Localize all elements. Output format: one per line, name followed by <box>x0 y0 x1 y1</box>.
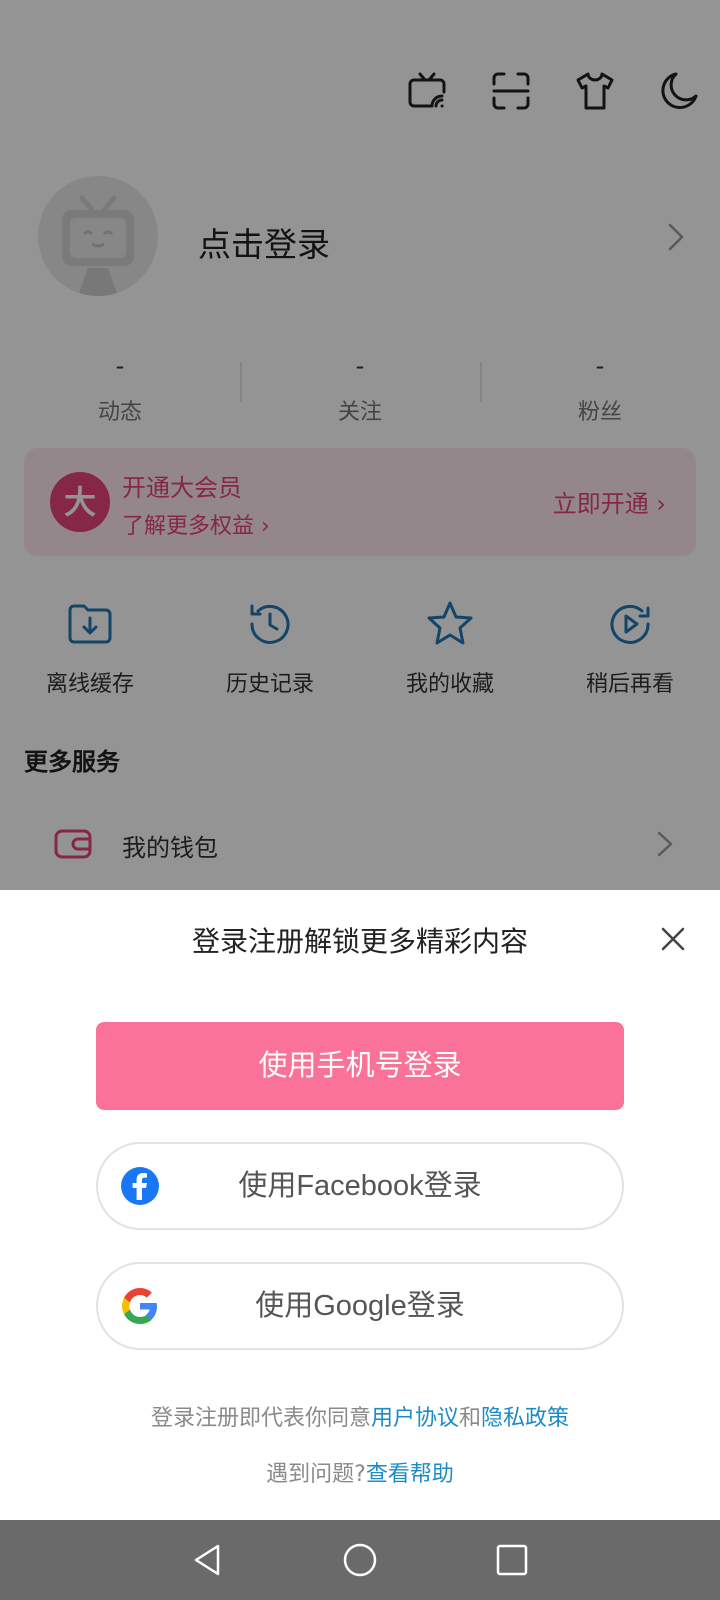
google-icon <box>122 1288 157 1324</box>
facebook-login-button[interactable]: 使用Facebook登录 <box>96 1142 624 1230</box>
sheet-title: 登录注册解锁更多精彩内容 <box>191 925 528 958</box>
modal-backdrop[interactable] <box>0 0 720 890</box>
facebook-icon <box>121 1167 159 1205</box>
help-prefix: 遇到问题? <box>266 1462 366 1487</box>
system-nav-bar <box>0 1520 720 1600</box>
agreement-and: 和 <box>459 1406 482 1431</box>
agreement-text: 登录注册即代表你同意用户协议和隐私政策 <box>0 1400 720 1432</box>
help-text: 遇到问题?查看帮助 <box>0 1456 720 1488</box>
recents-square-icon[interactable] <box>494 1542 530 1578</box>
privacy-policy-link[interactable]: 隐私政策 <box>481 1406 569 1431</box>
google-login-button[interactable]: 使用Google登录 <box>96 1262 624 1350</box>
google-login-label: 使用Google登录 <box>255 1290 465 1322</box>
help-link[interactable]: 查看帮助 <box>366 1462 454 1487</box>
back-triangle-icon[interactable] <box>190 1542 226 1578</box>
home-circle-icon[interactable] <box>342 1542 378 1578</box>
close-icon[interactable] <box>660 926 686 952</box>
facebook-login-label: 使用Facebook登录 <box>238 1170 482 1202</box>
agreement-prefix: 登录注册即代表你同意 <box>150 1406 371 1431</box>
login-bottom-sheet: 登录注册解锁更多精彩内容 使用手机号登录 使用Facebook登录 使用Goog… <box>0 890 720 1520</box>
user-agreement-link[interactable]: 用户协议 <box>371 1406 459 1431</box>
phone-login-button[interactable]: 使用手机号登录 <box>96 1022 624 1110</box>
